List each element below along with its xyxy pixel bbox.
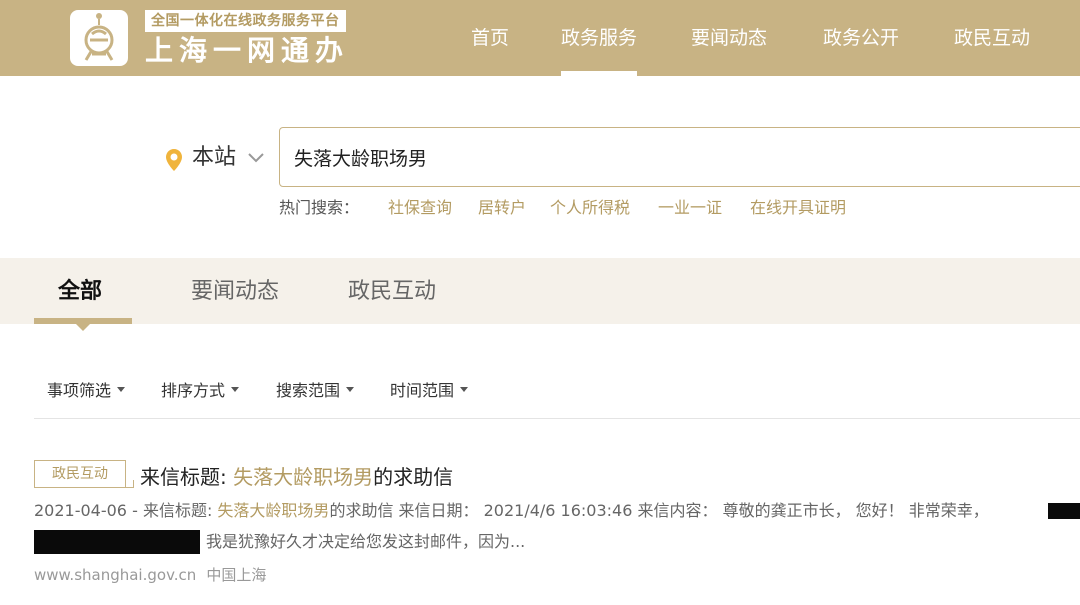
tab-news[interactable]: 要闻动态 [191,262,279,322]
location-pin-icon [166,149,182,171]
snippet-date: 2021-04-06 - [34,501,143,520]
logo-emblem-icon [84,13,114,61]
result-tabs-bar [0,258,1080,324]
active-tab-pointer [76,324,90,331]
hot-link-one-license[interactable]: 一业一证 [658,196,722,220]
nav-citizen-interaction[interactable]: 政民互动 [954,0,1030,76]
result-title-highlight: 失落大龄职场男 [233,465,374,489]
caret-down-icon [460,387,469,392]
source-region: 中国上海 [206,566,267,584]
filter-label: 排序方式 [161,381,226,400]
top-header: 全国一体化在线政务服务平台 上海一网通办 首页 政务服务 要闻动态 政务公开 政… [0,0,1080,76]
result-title-prefix: 来信标题: [140,465,234,489]
chevron-down-icon[interactable] [247,152,265,164]
result-snippet-line2: 我是犹豫好久才决定给您发这封邮件，因为... [206,532,526,551]
snippet-highlight: 失落大龄职场男 [217,501,330,520]
filter-time-range[interactable]: 时间范围 [390,379,469,403]
hot-link-online-certificate[interactable]: 在线开具证明 [750,196,846,220]
redaction-block [1048,503,1080,519]
nav-government-services[interactable]: 政务服务 [561,0,638,76]
caret-down-icon [231,387,240,392]
result-title-suffix: 的求助信 [373,465,454,489]
hot-search-label: 热门搜索： [279,198,360,217]
nav-public-affairs[interactable]: 政务公开 [823,0,899,76]
badge-tail [126,480,134,488]
nav-news[interactable]: 要闻动态 [691,0,767,76]
source-url[interactable]: www.shanghai.gov.cn [34,566,196,584]
hot-link-residence-transfer[interactable]: 居转户 [478,196,526,220]
tab-all[interactable]: 全部 [58,262,102,322]
platform-slogan: 全国一体化在线政务服务平台 [145,10,346,32]
hot-link-income-tax[interactable]: 个人所得税 [550,196,630,220]
filter-item-type[interactable]: 事项筛选 [47,379,126,403]
caret-down-icon [346,387,355,392]
filter-label: 时间范围 [390,381,455,400]
result-snippet: 2021-04-06 - 来信标题: 失落大龄职场男的求助信 来信日期： 202… [34,499,989,523]
brand-name: 上海一网通办 [145,34,350,67]
caret-down-icon [117,387,126,392]
tab-citizen-interaction[interactable]: 政民互动 [348,262,436,322]
site-logo[interactable] [70,10,128,66]
filter-label: 搜索范围 [276,381,341,400]
snippet-prefix: 来信标题: [142,501,218,520]
search-box [279,127,1080,187]
redaction-block [34,530,200,554]
filter-search-range[interactable]: 搜索范围 [276,379,355,403]
result-category-badge: 政民互动 [34,460,126,488]
filter-divider [34,418,1080,419]
result-title-link[interactable]: 来信标题: 失落大龄职场男的求助信 [140,463,453,491]
nav-home[interactable]: 首页 [471,0,509,76]
hot-link-social-security[interactable]: 社保查询 [388,196,452,220]
filter-sort-order[interactable]: 排序方式 [161,379,240,403]
snippet-rest: 的求助信 来信日期： 2021/4/6 16:03:46 来信内容： 尊敬的龚正… [329,501,989,520]
result-source: www.shanghai.gov.cn 中国上海 [34,564,276,586]
filter-label: 事项筛选 [47,381,112,400]
search-input[interactable] [280,128,1080,186]
search-scope-selector[interactable]: 本站 [192,143,236,173]
